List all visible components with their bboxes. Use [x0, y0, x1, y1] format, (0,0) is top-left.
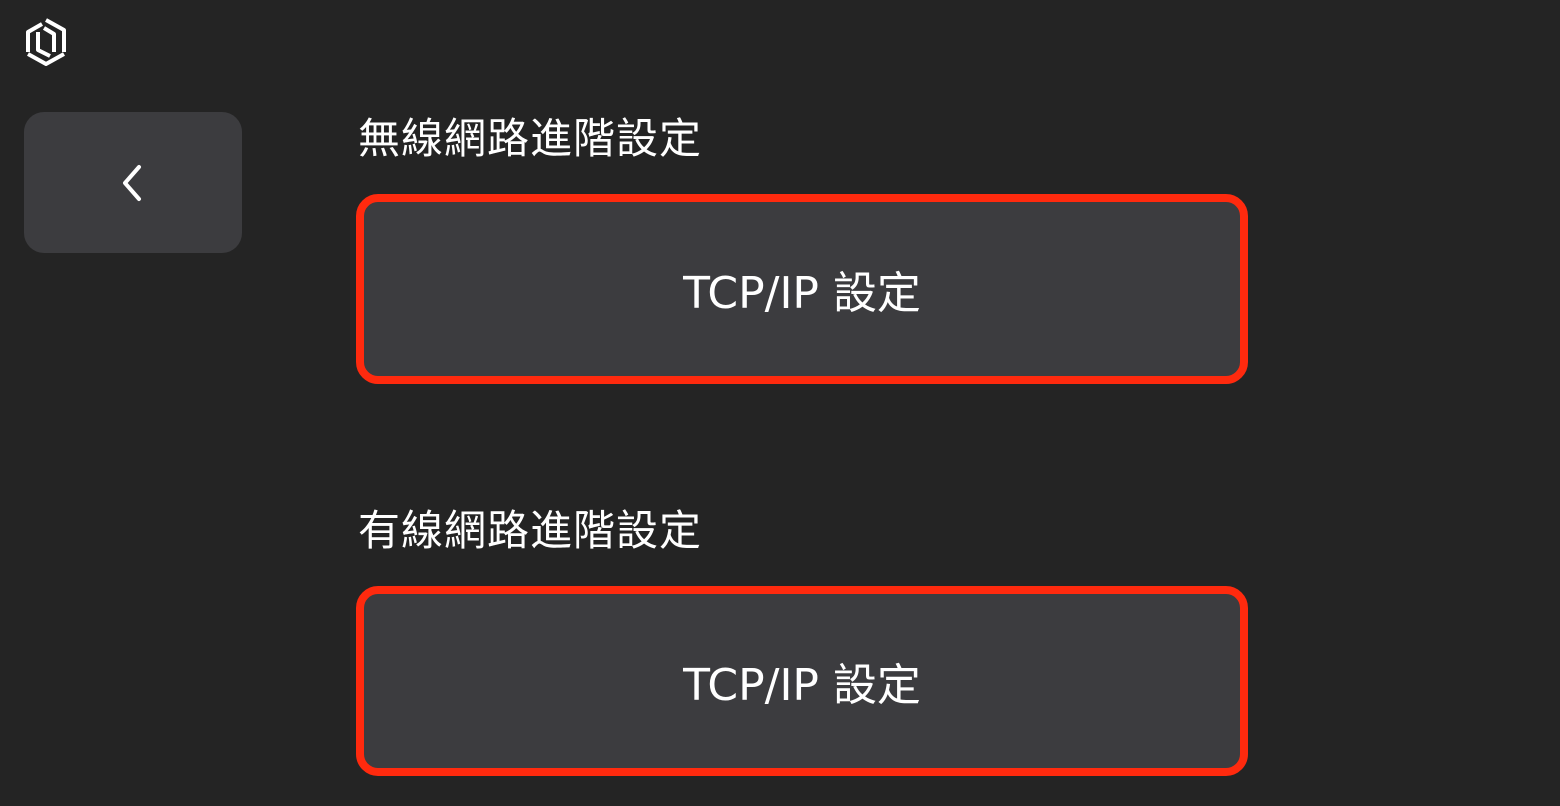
wired-tcpip-settings-label: TCP/IP 設定 — [683, 660, 921, 711]
back-button[interactable] — [24, 112, 242, 253]
hexagon-logo-icon — [22, 16, 70, 68]
page: 無線網路進階設定 TCP/IP 設定 有線網路進階設定 TCP/IP 設定 — [0, 0, 1560, 806]
chevron-left-icon — [121, 163, 145, 203]
wired-tcpip-settings-button[interactable]: TCP/IP 設定 — [356, 586, 1248, 776]
wireless-advanced-settings-title: 無線網路進階設定 — [358, 114, 703, 163]
wireless-tcpip-settings-button[interactable]: TCP/IP 設定 — [356, 194, 1248, 384]
wired-advanced-settings-title: 有線網路進階設定 — [358, 506, 703, 555]
wireless-tcpip-settings-label: TCP/IP 設定 — [683, 268, 921, 319]
